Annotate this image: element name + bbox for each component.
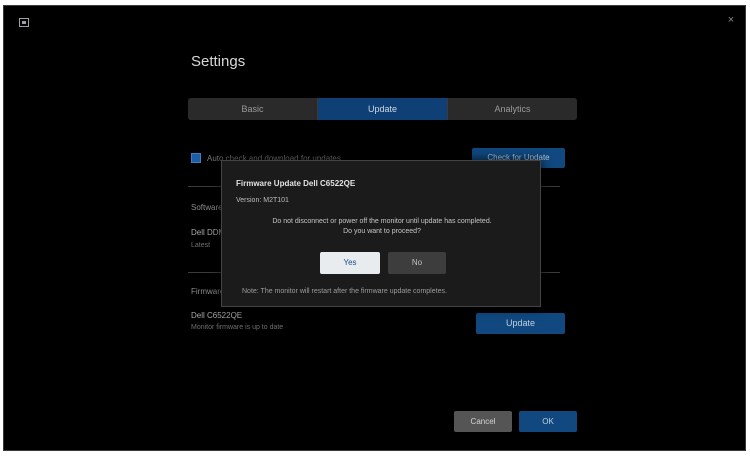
firmware-name: Dell C6522QE: [191, 311, 243, 320]
close-icon[interactable]: ×: [725, 14, 737, 26]
update-button[interactable]: Update: [476, 313, 565, 334]
firmware-status: Monitor firmware is up to date: [191, 324, 284, 331]
software-status: Latest: [191, 242, 211, 249]
dialog-note: Note: The monitor will restart after the…: [242, 288, 447, 295]
dialog-title: Firmware Update Dell C6522QE: [236, 179, 356, 188]
auto-update-checkbox[interactable]: [191, 153, 201, 163]
no-button[interactable]: No: [388, 252, 446, 274]
tab-update[interactable]: Update: [318, 98, 448, 120]
dialog-message-line: Do you want to proceed?: [343, 228, 421, 235]
dialog-version: Version: M2T101: [236, 197, 289, 204]
yes-button[interactable]: Yes: [320, 252, 380, 274]
tab-basic[interactable]: Basic: [188, 98, 318, 120]
cancel-button[interactable]: Cancel: [454, 411, 512, 432]
firmware-section-heading: Firmware: [191, 287, 225, 296]
ok-button[interactable]: OK: [519, 411, 577, 432]
tab-bar: Basic Update Analytics: [188, 98, 577, 120]
dialog-message-line: Do not disconnect or power off the monit…: [272, 218, 492, 225]
page-title: Settings: [191, 53, 246, 70]
dialog-message: Do not disconnect or power off the monit…: [252, 217, 512, 237]
app-window-icon: [19, 18, 29, 27]
settings-window: × Settings Basic Update Analytics Auto c…: [3, 5, 746, 451]
firmware-update-dialog: Firmware Update Dell C6522QE Version: M2…: [221, 160, 541, 307]
tab-analytics[interactable]: Analytics: [448, 98, 577, 120]
software-section-heading: Software: [191, 203, 223, 212]
